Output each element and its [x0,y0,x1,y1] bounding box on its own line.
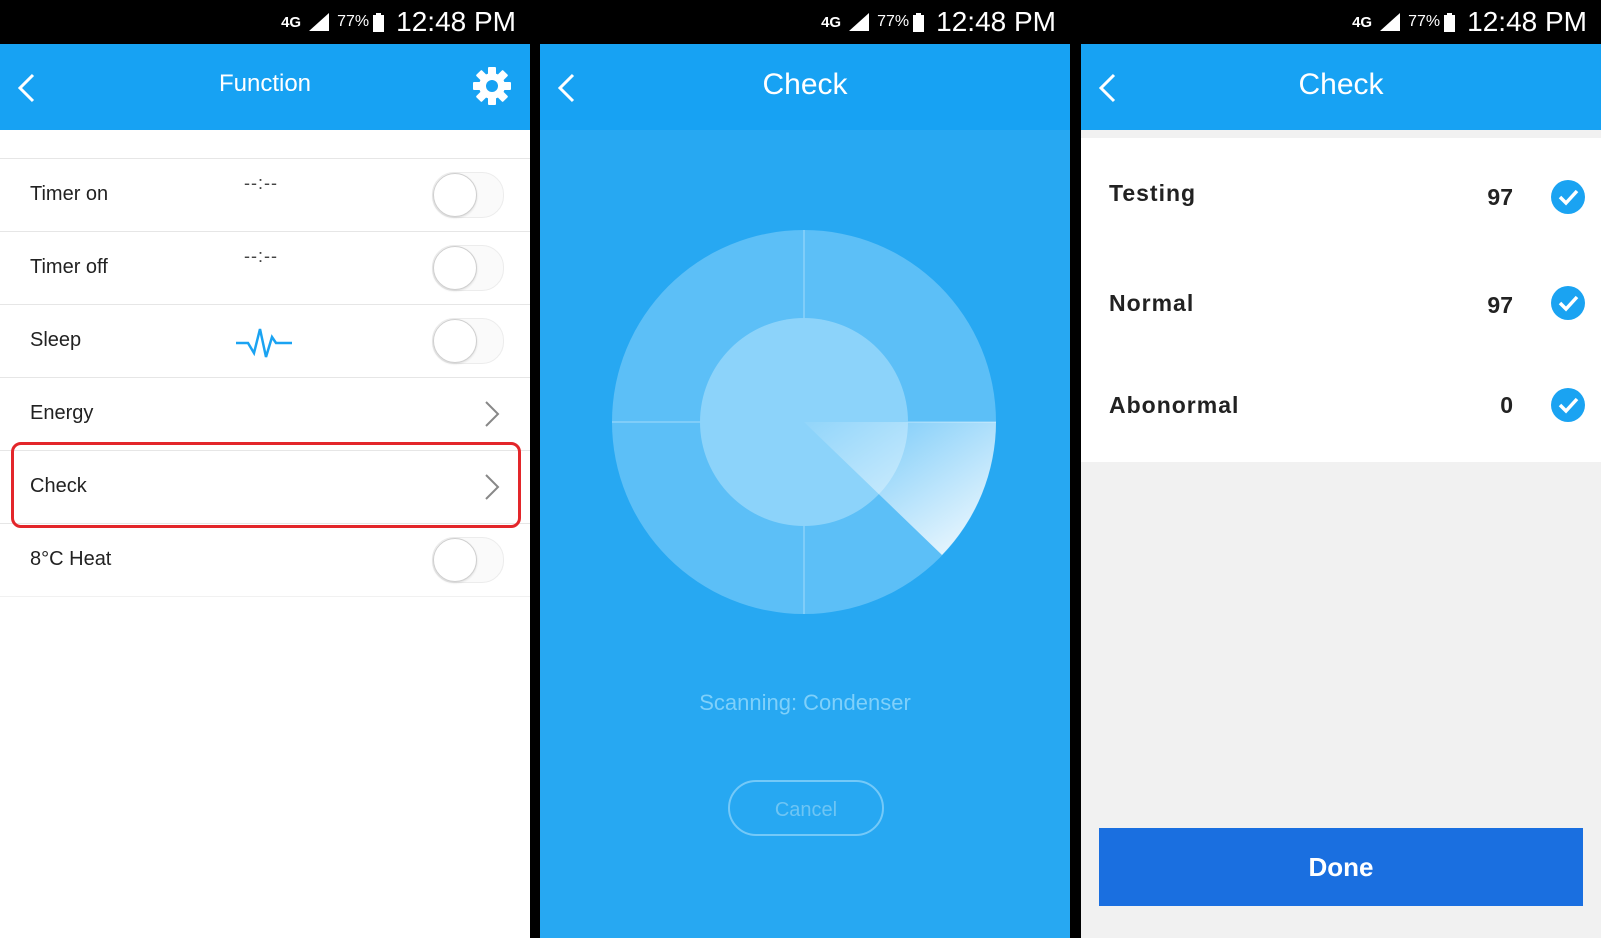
clock: 12:48 PM [936,6,1056,37]
row-label: Sleep [30,329,82,351]
clock: 12:48 PM [1467,6,1587,37]
row-label: Timer off [30,256,108,278]
toggle-knob [433,538,477,582]
check-circle-icon [1551,388,1585,422]
status-bar: 4G 77% 12:48 PM [1081,0,1601,44]
signal-icon [1380,13,1401,31]
battery-percent: 77% [1408,13,1441,30]
check-highlight-box [11,442,521,528]
sleep-pulse-icon [236,328,292,358]
toggle-knob [433,246,477,290]
signal-icon [849,13,870,31]
battery-percent: 77% [877,13,910,30]
page-title: Check [762,68,848,101]
panel-divider [1070,0,1081,938]
result-label: Abonormal [1109,392,1240,418]
status-bar: 4G 77% 12:48 PM [540,0,1070,44]
result-value: 97 [1487,292,1513,318]
timer-off-value: --:-- [244,246,278,266]
network-indicator: 4G [821,13,842,31]
row-label: Timer on [30,183,109,205]
sleep-toggle[interactable] [432,318,504,364]
gear-icon[interactable] [472,66,512,106]
row-label: Energy [30,402,94,424]
row-label: 8°C Heat [30,548,112,570]
result-row-normal: Normal 97 [1081,246,1601,354]
battery-icon [913,12,925,32]
toggle-knob [433,319,477,363]
signal-icon [309,13,330,31]
chevron-right-icon [485,401,500,427]
check-result-screen: 4G 77% 12:48 PM Check Testing 97 Normal … [1081,0,1601,938]
clock: 12:48 PM [396,6,516,37]
heat-8c-row[interactable]: 8°C Heat [0,524,530,597]
timer-off-toggle[interactable] [432,245,504,291]
battery-icon [1444,12,1456,32]
energy-row[interactable]: Energy [0,378,530,451]
result-row-testing: Testing 97 [1081,138,1601,246]
timer-on-row[interactable]: Timer on --:-- [0,159,530,232]
toggle-knob [433,173,477,217]
app-bar: Check [1081,44,1601,130]
cancel-button[interactable]: Cancel [728,780,884,836]
timer-on-value: --:-- [244,173,278,193]
page-title: Function [218,70,312,97]
function-screen: 4G 77% 12:48 PM Function Timer on --:-- … [0,0,530,938]
heat-8c-toggle[interactable] [432,537,504,583]
timer-off-row[interactable]: Timer off --:-- [0,232,530,305]
radar-scan-graphic [612,230,996,614]
check-circle-icon [1551,286,1585,320]
page-title: Check [1298,68,1384,101]
check-results-list: Testing 97 Normal 97 Abonormal 0 [1081,138,1601,462]
battery-icon [373,12,385,32]
battery-percent: 77% [337,13,370,30]
result-row-abnormal: Abonormal 0 [1081,354,1601,462]
timer-on-toggle[interactable] [432,172,504,218]
app-bar: Function [0,44,530,130]
network-indicator: 4G [1352,13,1373,31]
check-circle-icon [1551,180,1585,214]
result-value: 97 [1487,184,1513,210]
network-indicator: 4G [281,13,302,31]
status-bar: 4G 77% 12:48 PM [0,0,530,44]
done-button[interactable]: Done [1099,828,1583,906]
function-list: Timer on --:-- Timer off --:-- Sleep Ene… [0,158,530,597]
result-label: Normal [1109,290,1195,316]
result-value: 0 [1500,392,1513,418]
check-scanning-screen: 4G 77% 12:48 PM Check Scanning: Condense… [540,0,1070,938]
scanning-status: Scanning: Condenser [699,690,911,715]
result-label: Testing [1109,180,1197,206]
app-bar: Check [540,44,1070,130]
panel-divider [530,0,540,938]
sleep-row[interactable]: Sleep [0,305,530,378]
